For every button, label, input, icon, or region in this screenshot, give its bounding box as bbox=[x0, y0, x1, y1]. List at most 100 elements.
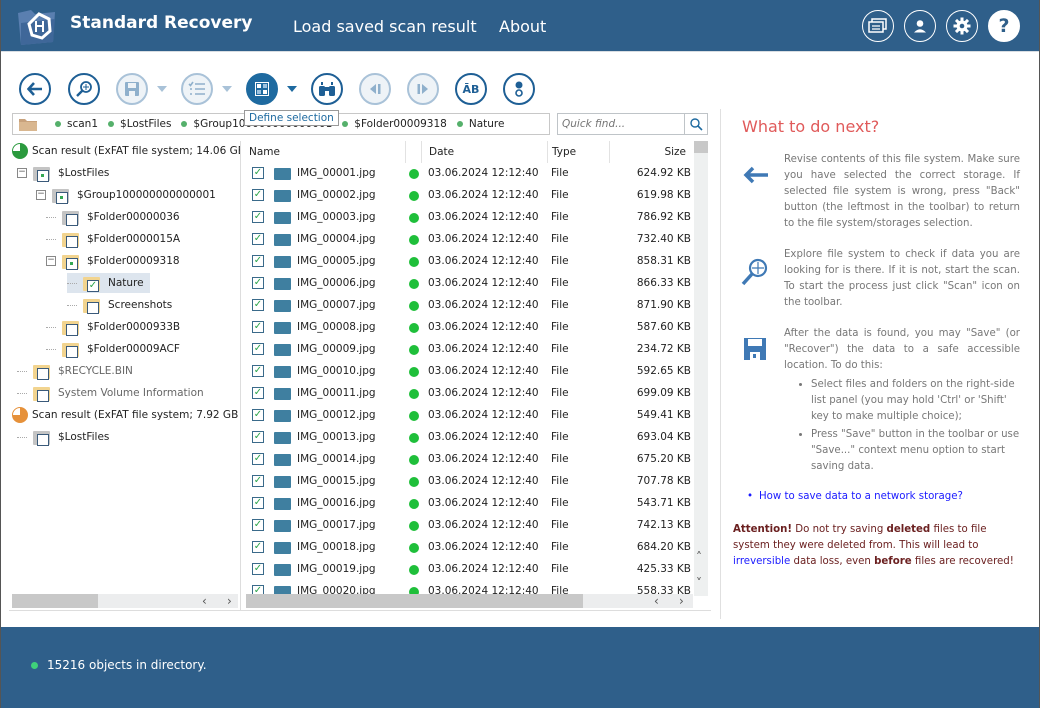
table-row[interactable]: ✓ IMG_00003.jpg 03.06.2024 12:12:40 File 786… bbox=[245, 207, 694, 229]
tree-item[interactable]: − $Group100000000000001 bbox=[36, 185, 216, 205]
row-checkbox[interactable]: ✓ bbox=[252, 475, 264, 487]
collapse-icon[interactable]: − bbox=[46, 256, 56, 266]
find-button[interactable] bbox=[311, 73, 343, 105]
tree-checkbox[interactable] bbox=[37, 434, 49, 446]
cards-button[interactable] bbox=[862, 10, 894, 42]
tree-item[interactable]: $Folder0000933B bbox=[46, 317, 180, 337]
list-hscrollbar[interactable]: ‹ › bbox=[246, 594, 693, 608]
scroll-right-icon[interactable]: › bbox=[679, 595, 684, 607]
table-row[interactable]: ✓ IMG_00009.jpg 03.06.2024 12:12:40 File 234… bbox=[245, 339, 694, 361]
table-row[interactable]: ✓ IMG_00005.jpg 03.06.2024 12:12:40 File 858… bbox=[245, 251, 694, 273]
tree-scan-result[interactable]: Scan result (ExFAT file system; 14.06 GB… bbox=[12, 141, 240, 161]
tree-checkbox[interactable] bbox=[66, 214, 78, 226]
tree-checkbox[interactable]: ✓ bbox=[87, 280, 99, 292]
next-button[interactable] bbox=[407, 73, 439, 105]
save-button[interactable] bbox=[116, 73, 148, 105]
row-checkbox[interactable]: ✓ bbox=[252, 387, 264, 399]
tree-checkbox[interactable] bbox=[37, 170, 49, 182]
row-checkbox[interactable]: ✓ bbox=[252, 321, 264, 333]
tree-checkbox[interactable] bbox=[56, 192, 68, 204]
table-row[interactable]: ✓ IMG_00018.jpg 03.06.2024 12:12:40 File 684… bbox=[245, 537, 694, 559]
column-type[interactable]: Type bbox=[552, 146, 576, 158]
settings-button[interactable] bbox=[946, 10, 978, 42]
tree-item[interactable]: $Folder0000015A bbox=[46, 229, 180, 249]
quick-find-button[interactable] bbox=[684, 114, 707, 134]
row-checkbox[interactable]: ✓ bbox=[252, 277, 264, 289]
breadcrumb-item[interactable]: $Folder00009318 bbox=[342, 118, 447, 130]
tree-checkbox[interactable] bbox=[66, 346, 78, 358]
table-row[interactable]: ✓ IMG_00014.jpg 03.06.2024 12:12:40 File 675… bbox=[245, 449, 694, 471]
row-checkbox[interactable]: ✓ bbox=[252, 541, 264, 553]
scroll-left-icon[interactable]: ‹ bbox=[654, 595, 659, 607]
row-checkbox[interactable]: ✓ bbox=[252, 167, 264, 179]
row-checkbox[interactable]: ✓ bbox=[252, 409, 264, 421]
tree-item[interactable]: $Folder00000036 bbox=[46, 207, 180, 227]
nav-about[interactable]: About bbox=[499, 17, 546, 36]
tree-checkbox[interactable] bbox=[66, 236, 78, 248]
column-date[interactable]: Date bbox=[429, 146, 454, 158]
column-divider[interactable] bbox=[609, 141, 610, 163]
row-checkbox[interactable]: ✓ bbox=[252, 519, 264, 531]
tree-checkbox[interactable] bbox=[66, 258, 78, 270]
help-button[interactable]: ? bbox=[988, 10, 1020, 42]
row-checkbox[interactable]: ✓ bbox=[252, 343, 264, 355]
column-divider[interactable] bbox=[547, 141, 548, 163]
row-checkbox[interactable]: ✓ bbox=[252, 497, 264, 509]
breadcrumb-item[interactable]: $LostFiles bbox=[108, 118, 171, 130]
network-storage-link[interactable]: How to save data to a network storage? bbox=[747, 491, 963, 502]
define-selection-dropdown-caret[interactable] bbox=[287, 86, 297, 92]
list-vscrollbar[interactable]: ˄ ˅ bbox=[694, 141, 708, 596]
table-row[interactable]: ✓ IMG_00012.jpg 03.06.2024 12:12:40 File 549… bbox=[245, 405, 694, 427]
previous-button[interactable] bbox=[359, 73, 391, 105]
breadcrumb-item[interactable]: Nature bbox=[456, 118, 504, 130]
row-checkbox[interactable]: ✓ bbox=[252, 431, 264, 443]
tree-item[interactable]: − $Folder00009318 bbox=[46, 251, 180, 271]
tree-item[interactable]: ✓ Nature bbox=[67, 273, 150, 293]
tree-checkbox[interactable] bbox=[37, 368, 49, 380]
row-checkbox[interactable]: ✓ bbox=[252, 233, 264, 245]
tree-item[interactable]: $RECYCLE.BIN bbox=[17, 361, 133, 381]
row-checkbox[interactable]: ✓ bbox=[252, 255, 264, 267]
tree-item[interactable]: − $LostFiles bbox=[17, 163, 109, 183]
table-row[interactable]: ✓ IMG_00004.jpg 03.06.2024 12:12:40 File 732… bbox=[245, 229, 694, 251]
scroll-right-icon[interactable]: › bbox=[227, 595, 232, 607]
table-row[interactable]: ✓ IMG_00007.jpg 03.06.2024 12:12:40 File 871… bbox=[245, 295, 694, 317]
row-checkbox[interactable]: ✓ bbox=[252, 211, 264, 223]
define-selection-button[interactable] bbox=[246, 73, 278, 105]
breadcrumb-item[interactable]: scan1 bbox=[55, 118, 98, 130]
table-row[interactable]: ✓ IMG_00016.jpg 03.06.2024 12:12:40 File 543… bbox=[245, 493, 694, 515]
column-name[interactable]: Name bbox=[249, 146, 280, 158]
tree-hscrollbar[interactable]: ‹ › bbox=[12, 594, 238, 608]
column-size[interactable]: Size bbox=[664, 146, 686, 158]
list-hscroll-thumb[interactable] bbox=[246, 594, 583, 608]
more-button[interactable] bbox=[503, 73, 535, 105]
irreversible-link[interactable]: irreversible bbox=[733, 556, 790, 567]
list-vscroll-thumb[interactable] bbox=[694, 141, 708, 153]
tree-item[interactable]: System Volume Information bbox=[17, 383, 204, 403]
row-checkbox[interactable]: ✓ bbox=[252, 453, 264, 465]
nav-load-saved-scan[interactable]: Load saved scan result bbox=[293, 17, 477, 36]
row-checkbox[interactable]: ✓ bbox=[252, 365, 264, 377]
quick-find-input[interactable] bbox=[558, 114, 684, 134]
column-divider[interactable] bbox=[405, 141, 406, 163]
table-row[interactable]: ✓ IMG_00002.jpg 03.06.2024 12:12:40 File 619… bbox=[245, 185, 694, 207]
collapse-icon[interactable]: − bbox=[36, 190, 46, 200]
tree-checkbox[interactable] bbox=[37, 390, 49, 402]
scroll-down-icon[interactable]: ˅ bbox=[696, 577, 702, 589]
tree-item[interactable]: $Folder00009ACF bbox=[46, 339, 180, 359]
tree-hscroll-thumb[interactable] bbox=[12, 594, 98, 608]
table-row[interactable]: ✓ IMG_00008.jpg 03.06.2024 12:12:40 File 587… bbox=[245, 317, 694, 339]
scroll-left-icon[interactable]: ‹ bbox=[202, 595, 207, 607]
row-checkbox[interactable]: ✓ bbox=[252, 189, 264, 201]
mark-button[interactable] bbox=[181, 73, 213, 105]
back-button[interactable] bbox=[19, 73, 51, 105]
table-row[interactable]: ✓ IMG_00006.jpg 03.06.2024 12:12:40 File 866… bbox=[245, 273, 694, 295]
row-checkbox[interactable]: ✓ bbox=[252, 299, 264, 311]
account-button[interactable] bbox=[904, 10, 936, 42]
row-checkbox[interactable]: ✓ bbox=[252, 563, 264, 575]
tree-checkbox[interactable] bbox=[66, 324, 78, 336]
column-divider[interactable] bbox=[421, 141, 422, 163]
table-row[interactable]: ✓ IMG_00010.jpg 03.06.2024 12:12:40 File 592… bbox=[245, 361, 694, 383]
tree-checkbox[interactable] bbox=[87, 302, 99, 314]
table-row[interactable]: ✓ IMG_00011.jpg 03.06.2024 12:12:40 File 699… bbox=[245, 383, 694, 405]
